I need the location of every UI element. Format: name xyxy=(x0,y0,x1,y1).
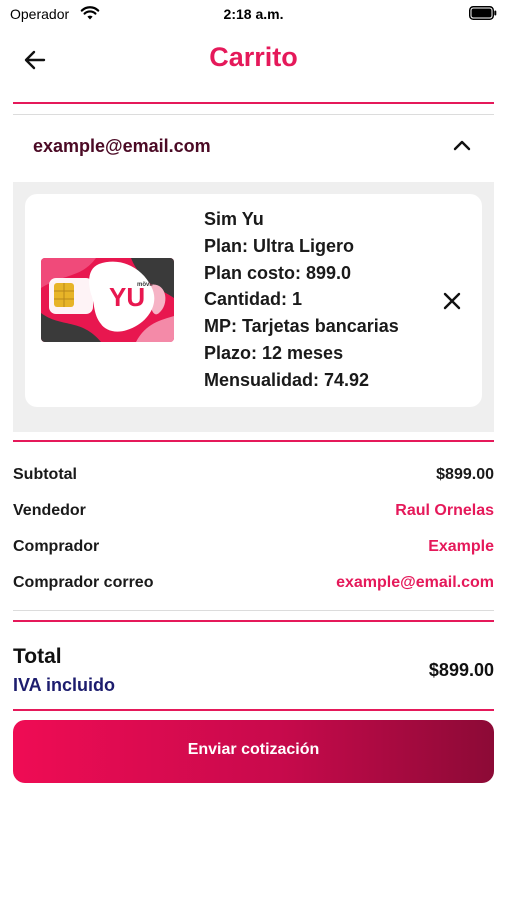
subtotal-label: Subtotal xyxy=(13,466,77,483)
buyer-email-label: Comprador correo xyxy=(13,574,154,591)
divider xyxy=(13,610,494,611)
subtotal-value: $899.00 xyxy=(436,466,494,483)
clock-label: 2:18 a.m. xyxy=(223,6,284,22)
product-term: Plazo: 12 meses xyxy=(204,342,344,363)
product-details: Sim Yu Plan: Ultra Ligero Plan costo: 89… xyxy=(204,206,444,394)
product-name: Sim Yu xyxy=(204,209,264,229)
cart-accordion-body: YU mövil Sim Yu Plan: Ultra Ligero Plan … xyxy=(13,182,494,432)
cart-accordion-header[interactable]: example@email.com xyxy=(13,114,494,182)
send-quote-button[interactable]: Enviar cotización xyxy=(13,720,494,783)
total-value: $899.00 xyxy=(428,660,494,680)
buyer-row: Comprador Example xyxy=(13,538,494,562)
product-quantity: Cantidad: 1 xyxy=(204,289,303,310)
tax-included-label: IVA incluido xyxy=(13,675,115,695)
page-title: Carrito xyxy=(209,42,298,72)
product-monthly: Mensualidad: 74.92 xyxy=(204,369,370,390)
subtotal-row: Subtotal $899.00 xyxy=(13,466,494,490)
svg-text:mövil: mövil xyxy=(137,282,153,288)
navigation-bar: Carrito xyxy=(0,36,507,86)
sim-card-image: YU mövil xyxy=(41,258,174,342)
seller-row: Vendedor Raul Ornelas xyxy=(13,502,494,526)
seller-value: Raul Ornelas xyxy=(395,502,494,519)
send-quote-label: Enviar cotización xyxy=(187,741,320,758)
buyer-value: Example xyxy=(428,538,494,555)
product-plan-cost: Plan costo: 899.0 xyxy=(204,262,352,283)
product-plan: Plan: Ultra Ligero xyxy=(204,235,355,256)
seller-label: Vendedor xyxy=(13,502,86,519)
buyer-email-value: example@email.com xyxy=(336,574,494,591)
total-label: Total xyxy=(13,645,62,668)
product-card: YU mövil Sim Yu Plan: Ultra Ligero Plan … xyxy=(25,194,482,407)
chevron-up-icon[interactable] xyxy=(452,138,472,152)
battery-icon xyxy=(469,6,497,20)
divider xyxy=(13,620,494,622)
buyer-email-row: Comprador correo example@email.com xyxy=(13,574,494,598)
divider xyxy=(13,102,494,104)
product-payment-method: MP: Tarjetas bancarias xyxy=(204,316,399,337)
buyer-label: Comprador xyxy=(13,538,100,555)
divider xyxy=(13,709,494,711)
remove-item-icon[interactable] xyxy=(441,290,463,312)
account-email: example@email.com xyxy=(33,136,211,156)
divider xyxy=(13,440,494,442)
status-bar: Operador 2:18 a.m. xyxy=(0,0,507,30)
